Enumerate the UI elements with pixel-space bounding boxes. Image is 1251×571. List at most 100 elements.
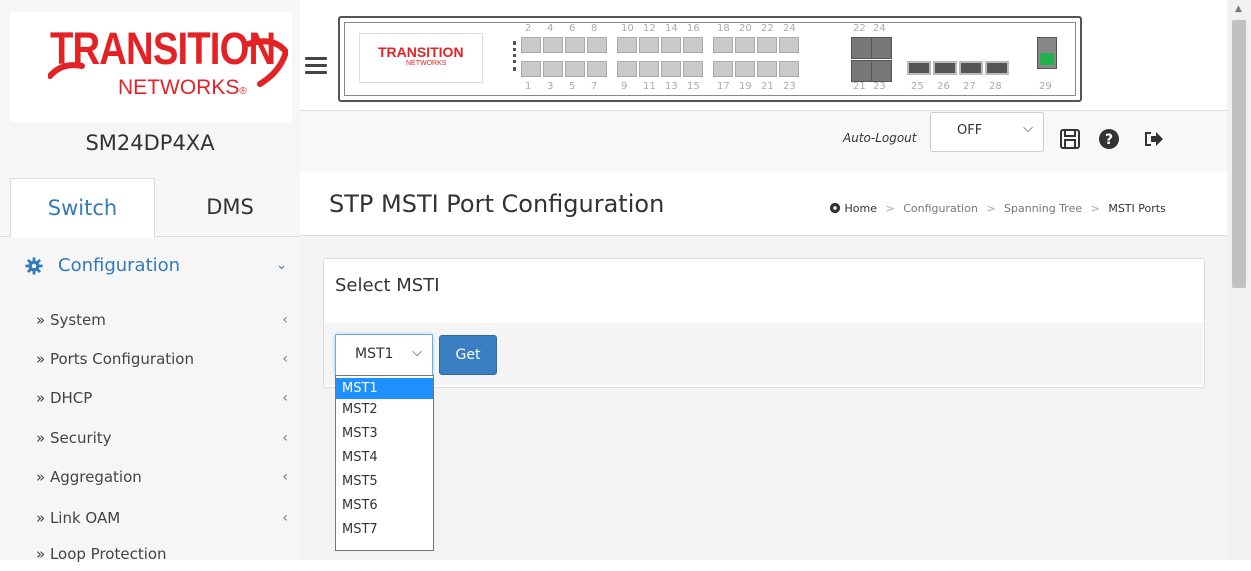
- msti-option[interactable]: MST6: [336, 495, 433, 516]
- rj45-port[interactable]: [587, 61, 607, 77]
- get-button[interactable]: Get: [439, 335, 497, 375]
- device-model: SM24DP4XA: [85, 131, 215, 155]
- port-number-label: 9: [621, 81, 628, 92]
- tab-dms[interactable]: DMS: [160, 178, 300, 236]
- rj45-port[interactable]: [639, 61, 659, 77]
- port-number-label: 25: [911, 81, 924, 92]
- rj45-port[interactable]: [543, 61, 563, 77]
- breadcrumb-spanning-tree[interactable]: Spanning Tree: [1004, 202, 1082, 215]
- combo-port[interactable]: [851, 60, 872, 82]
- breadcrumb: Home > Configuration > Spanning Tree > M…: [829, 202, 1166, 215]
- rj45-port[interactable]: [735, 61, 755, 77]
- breadcrumb-separator: >: [885, 202, 895, 215]
- rj45-port[interactable]: [713, 61, 733, 77]
- rj45-port[interactable]: [521, 61, 541, 77]
- port-number-label: 21: [761, 81, 774, 92]
- sidebar-item-system[interactable]: » System ‹: [36, 307, 294, 337]
- rj45-port[interactable]: [779, 61, 799, 77]
- rj45-port[interactable]: [587, 37, 607, 53]
- port-number-label: 14: [665, 23, 678, 34]
- port-number-label: 7: [591, 81, 598, 92]
- switch-faceplate-inner: TRANSITION NETWORKS 2 4 6 8 10 12 14 16 18 20 22 24…: [344, 22, 1076, 96]
- sfp-port[interactable]: [959, 61, 983, 75]
- msti-option-label: MST2: [342, 402, 378, 417]
- sidebar-item-security[interactable]: » Security ‹: [36, 425, 294, 455]
- msti-option-label: MST7: [342, 522, 378, 537]
- msti-option[interactable]: MST3: [336, 423, 433, 444]
- port-number-label: 20: [739, 23, 752, 34]
- msti-option-label: MST6: [342, 498, 378, 513]
- auto-logout-select[interactable]: OFF ⌵: [930, 112, 1044, 152]
- rj45-port[interactable]: [757, 61, 777, 77]
- sidebar-item-ports-configuration[interactable]: » Ports Configuration ‹: [36, 346, 294, 376]
- port-number-label: 16: [687, 23, 700, 34]
- chevron-left-icon: ‹: [282, 390, 288, 406]
- rj45-port[interactable]: [617, 61, 637, 77]
- rj45-port[interactable]: [565, 37, 585, 53]
- sidebar-item-dhcp[interactable]: » DHCP ‹: [36, 385, 294, 415]
- port-number-label: 3: [547, 81, 554, 92]
- rj45-port[interactable]: [565, 61, 585, 77]
- rj45-port[interactable]: [713, 37, 733, 53]
- msti-option-label: MST3: [342, 426, 378, 441]
- msti-option[interactable]: MST4: [336, 447, 433, 468]
- sidebar-item-link-oam[interactable]: » Link OAM ‹: [36, 505, 294, 535]
- rj45-port[interactable]: [683, 37, 703, 53]
- console-port-active[interactable]: [1037, 37, 1057, 69]
- scroll-up-icon[interactable]: ▲: [1235, 4, 1242, 14]
- scrollbar-thumb[interactable]: [1232, 20, 1246, 288]
- rj45-port[interactable]: [735, 37, 755, 53]
- auto-logout-value: OFF: [957, 123, 983, 138]
- chevron-left-icon: ‹: [282, 312, 288, 328]
- msti-option-label: MST4: [342, 450, 378, 465]
- breadcrumb-home[interactable]: Home: [845, 202, 877, 215]
- hamburger-menu-icon[interactable]: [305, 57, 327, 75]
- rj45-port[interactable]: [617, 37, 637, 53]
- msti-option[interactable]: MST5: [336, 471, 433, 492]
- logout-icon[interactable]: [1142, 128, 1164, 150]
- msti-option[interactable]: MST7: [336, 519, 433, 540]
- rj45-port[interactable]: [757, 37, 777, 53]
- logo-subtitle-text: NETWORKS: [118, 76, 240, 99]
- sfp-port[interactable]: [907, 61, 931, 75]
- msti-option[interactable]: MST2: [336, 399, 433, 420]
- logo-registered-mark: ®: [239, 86, 247, 97]
- msti-option[interactable]: MST1: [336, 378, 433, 399]
- port-number-label: 24: [873, 23, 886, 34]
- breadcrumb-separator: >: [986, 202, 996, 215]
- port-number-label: 15: [687, 81, 700, 92]
- rj45-port[interactable]: [779, 37, 799, 53]
- port-number-label: 23: [873, 81, 886, 92]
- faceplate-logo-subtitle: NETWORKS: [406, 60, 447, 67]
- tab-switch[interactable]: Switch: [10, 178, 155, 238]
- port-number-label: 6: [569, 23, 576, 34]
- sidebar-item-aggregation[interactable]: » Aggregation ‹: [36, 464, 294, 494]
- sidebar-item-label: » Security: [36, 429, 112, 447]
- save-icon[interactable]: [1059, 128, 1081, 150]
- sfp-port[interactable]: [933, 61, 957, 75]
- faceplate-led-strip: [513, 41, 519, 71]
- page-title: STP MSTI Port Configuration: [329, 190, 665, 218]
- help-icon[interactable]: ?: [1098, 128, 1120, 150]
- rj45-port[interactable]: [543, 37, 563, 53]
- rj45-port[interactable]: [661, 61, 681, 77]
- page-scrollbar[interactable]: ▲: [1227, 0, 1251, 560]
- rj45-port[interactable]: [683, 61, 703, 77]
- msti-select[interactable]: MST1 ⌵: [335, 334, 433, 376]
- combo-port[interactable]: [871, 60, 892, 82]
- nav-section-configuration[interactable]: Configuration ⌄: [25, 254, 293, 284]
- combo-port[interactable]: [871, 37, 892, 59]
- rj45-port[interactable]: [521, 37, 541, 53]
- gear-icon: [25, 257, 43, 275]
- rj45-port[interactable]: [639, 37, 659, 53]
- sfp-port[interactable]: [985, 61, 1009, 75]
- port-number-label: 22: [853, 23, 866, 34]
- sidebar-item-loop-protection[interactable]: » Loop Protection: [36, 541, 294, 571]
- port-number-label: 13: [665, 81, 678, 92]
- combo-port[interactable]: [851, 37, 872, 59]
- breadcrumb-configuration[interactable]: Configuration: [903, 202, 978, 215]
- faceplate-logo-title: TRANSITION: [378, 44, 464, 60]
- msti-option-label: MST5: [342, 474, 378, 489]
- rj45-port[interactable]: [661, 37, 681, 53]
- faceplate-logo: TRANSITION NETWORKS: [359, 33, 483, 83]
